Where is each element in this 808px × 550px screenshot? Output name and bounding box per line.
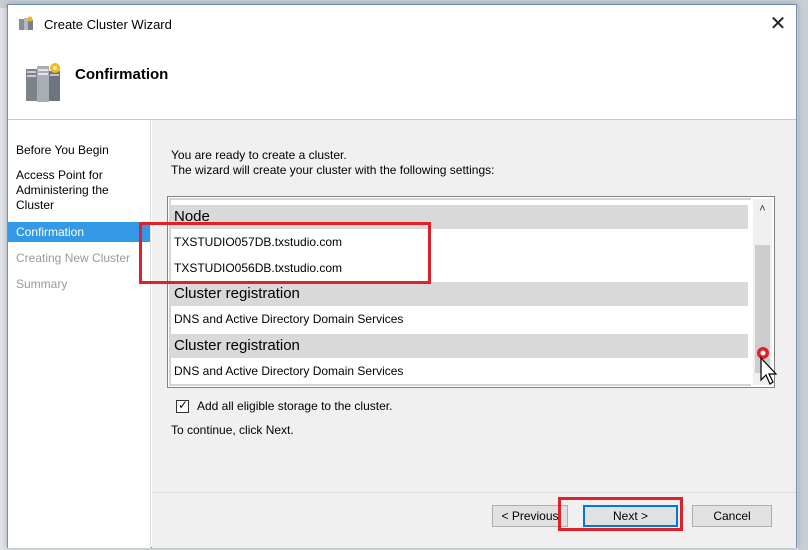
- highlight-node-list: [139, 222, 431, 284]
- nav-step-access-point[interactable]: Access Point for Administering the Clust…: [16, 168, 144, 213]
- nav-step-confirmation[interactable]: Confirmation: [8, 222, 150, 242]
- mouse-cursor-icon: [757, 346, 785, 388]
- close-icon: ✕: [769, 12, 787, 35]
- wizard-header: Confirmation: [8, 43, 796, 119]
- list-item-registration2[interactable]: DNS and Active Directory Domain Services: [170, 358, 748, 384]
- add-storage-checkbox[interactable]: ✓: [176, 398, 189, 413]
- add-storage-label[interactable]: Add all eligible storage to the cluster.: [197, 399, 392, 413]
- list-item-registration1[interactable]: DNS and Active Directory Domain Services: [170, 306, 748, 332]
- group-header-cluster-registration: Cluster registration: [170, 282, 748, 306]
- window-title: Create Cluster Wizard: [44, 17, 172, 32]
- checkmark-icon: ✓: [178, 398, 189, 412]
- title-bar[interactable]: Create Cluster Wizard ✕: [8, 5, 796, 43]
- scroll-up-arrow-icon[interactable]: ˄: [753, 201, 772, 217]
- cancel-button[interactable]: Cancel: [692, 505, 772, 527]
- highlight-next-button: [558, 497, 683, 531]
- confirmation-content: You are ready to create a cluster. The w…: [152, 120, 796, 492]
- page-title: Confirmation: [75, 66, 169, 83]
- intro-text-line1: You are ready to create a cluster.: [171, 148, 347, 162]
- nav-step-before-you-begin[interactable]: Before You Begin: [16, 143, 144, 158]
- background-app-edge: [798, 0, 808, 550]
- previous-button[interactable]: < Previous: [492, 505, 568, 527]
- nav-step-creating-new-cluster: Creating New Cluster: [16, 251, 131, 265]
- wizard-steps-nav: Before You Begin Access Point for Admini…: [8, 120, 151, 548]
- nav-step-summary: Summary: [16, 277, 68, 291]
- continue-instruction: To continue, click Next.: [171, 423, 294, 437]
- cluster-wizard-icon: [18, 16, 34, 32]
- cluster-servers-icon: [24, 61, 64, 105]
- intro-text-line2: The wizard will create your cluster with…: [171, 163, 495, 177]
- group-header-cluster-registration-2: Cluster registration: [170, 334, 748, 358]
- wizard-footer: < Previous Next > Cancel: [152, 492, 796, 548]
- close-button[interactable]: ✕: [760, 5, 796, 41]
